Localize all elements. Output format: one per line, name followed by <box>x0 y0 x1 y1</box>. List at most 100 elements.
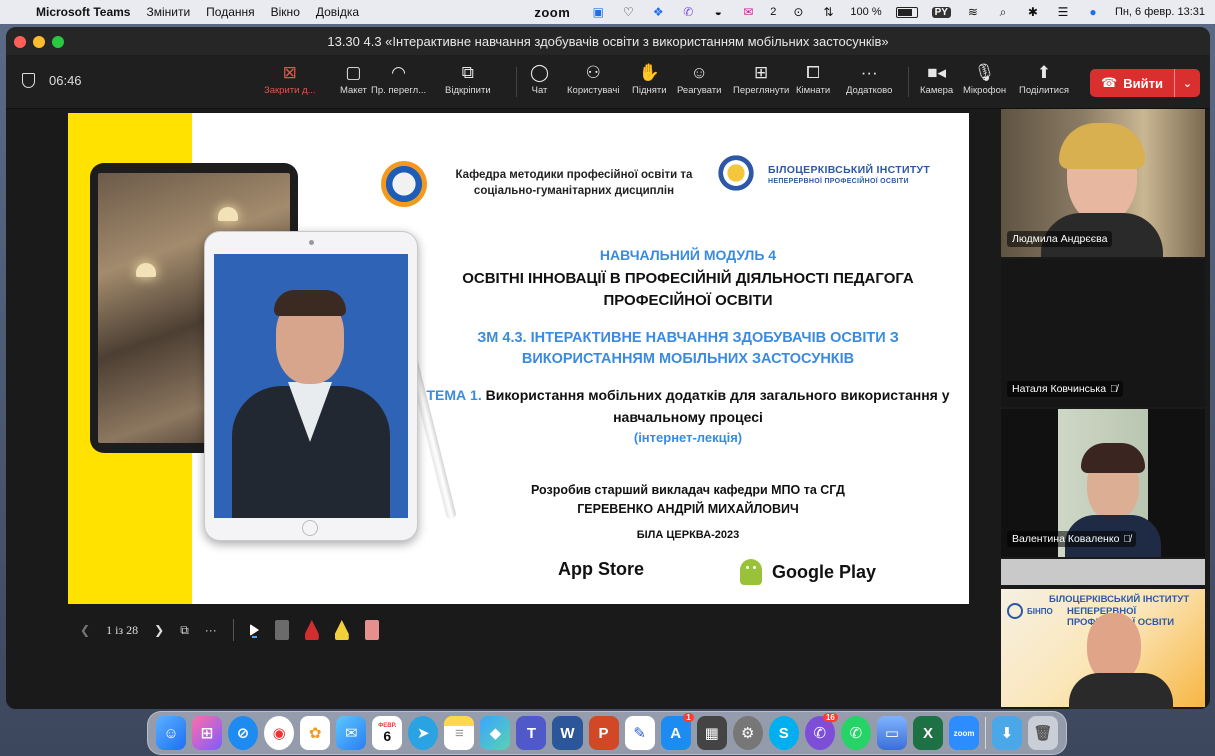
viber-icon[interactable]: ✆ 16 <box>804 713 838 750</box>
powerpoint-icon[interactable]: P <box>588 716 619 750</box>
rooms-icon: ⧠ <box>806 63 820 82</box>
fullscreen-window-button[interactable] <box>52 36 64 48</box>
incognito-icon[interactable]: ◒ <box>710 5 726 19</box>
teams-icon[interactable]: T <box>516 716 547 750</box>
siri-icon[interactable]: ● <box>1085 5 1101 19</box>
participant-name: Наталя Ковчинська 🎙̸ <box>1007 381 1123 397</box>
android-logo-icon <box>740 559 762 585</box>
participant-tile[interactable]: Валентина Коваленко 🎙̸ <box>1001 409 1205 557</box>
app-store-dock-icon[interactable]: A1 <box>660 713 694 750</box>
menu-help[interactable]: Довідка <box>316 5 359 19</box>
battery-icon[interactable] <box>895 6 918 18</box>
camera-label: Камера <box>920 85 954 96</box>
viber-status-icon[interactable]: ✆ <box>680 5 696 19</box>
whatsapp-icon[interactable]: ✆ <box>840 716 871 750</box>
vpn-icon[interactable]: ◆ <box>480 716 511 750</box>
app-menu[interactable]: Microsoft Teams <box>36 5 130 19</box>
participant-tile[interactable]: Наталя Ковчинська 🎙̸ <box>1001 259 1205 407</box>
mail-icon[interactable]: ✉ <box>740 5 756 19</box>
launchpad-icon[interactable]: ⊞ <box>192 716 223 750</box>
view-button[interactable]: ◠ Пр. перегл... <box>371 61 426 96</box>
dropbox-icon[interactable]: ❖ <box>650 5 666 19</box>
input-source[interactable]: PY <box>931 6 951 18</box>
spotlight-search-icon[interactable]: ⌕ <box>995 5 1011 19</box>
trash-icon[interactable]: 🗑 <box>1027 716 1059 750</box>
clock[interactable]: Пн, 6 февр. 13:31 <box>1115 6 1205 18</box>
share-button[interactable]: ⬆ Поділитися <box>1019 61 1069 96</box>
raise-hand-button[interactable]: ✋ Підняти <box>632 61 667 96</box>
finder-icon[interactable]: ☺ <box>155 716 187 750</box>
layout-button[interactable]: ▢ Макет <box>340 61 367 96</box>
mail-app-icon[interactable]: ✉ <box>336 716 367 750</box>
participant-tile[interactable]: Людмила Андрєєва <box>1001 109 1205 257</box>
preview-icon[interactable]: ▭ <box>876 716 907 750</box>
raise-hand-icon: ✋ <box>638 63 660 82</box>
eraser-tool-icon[interactable] <box>364 620 379 640</box>
menu-window[interactable]: Вікно <box>271 5 300 19</box>
menu-view[interactable]: Подання <box>206 5 254 19</box>
calendar-icon[interactable]: ФЕВР. 6 <box>372 716 403 750</box>
mic-button[interactable]: 🎙 Мікрофон <box>963 61 1006 96</box>
city-year: БІЛА ЦЕРКВА-2023 <box>636 529 740 541</box>
network-icon[interactable]: ⇅ <box>820 5 836 19</box>
status-area: zoom ▣ ♡ ❖ ✆ ◒ ✉ 2 ⊙ ⇅ 100 % PY ≋ ⌕ ✱ ☰ … <box>534 5 1205 20</box>
photos-icon[interactable]: ✿ <box>300 716 331 750</box>
react-button[interactable]: ☺ Реагувати <box>677 61 721 96</box>
screen-share-status-icon[interactable]: ▣ <box>590 5 606 19</box>
telegram-icon[interactable]: ➤ <box>408 716 439 750</box>
security-shield-icon[interactable] <box>22 73 35 88</box>
participant-tile[interactable]: БІНПО БІЛОЦЕРКІВСЬКИЙ ІНСТИТУТ НЕПЕРЕРВН… <box>1001 559 1205 709</box>
zoom-status-label[interactable]: zoom <box>534 5 570 20</box>
laser-pointer-icon[interactable] <box>274 620 289 640</box>
controls-divider <box>232 619 234 641</box>
view-grid-button[interactable]: ⊞ Переглянути <box>733 61 789 96</box>
lecture-type: (інтернет-лекція) <box>633 430 743 445</box>
notes-icon[interactable]: ≡ <box>444 716 475 750</box>
bluetooth-icon[interactable]: ✱ <box>1025 5 1041 19</box>
system-settings-icon[interactable]: ⚙ <box>732 716 763 750</box>
leave-options-chevron-icon[interactable]: ⌄ <box>1174 69 1200 97</box>
viber-badge-count: 16 <box>822 713 838 722</box>
pages-icon[interactable]: ✎ <box>624 716 655 750</box>
pocket-icon[interactable]: ♡ <box>620 5 636 19</box>
slide-more-icon[interactable]: ··· <box>205 623 217 637</box>
pen-tool-icon[interactable] <box>304 620 319 640</box>
play-icon[interactable]: ⊙ <box>790 5 806 19</box>
menu-edit[interactable]: Змінити <box>146 5 190 19</box>
app-store-label: App Store <box>558 559 645 579</box>
prev-slide-chevron-icon[interactable]: ❮ <box>80 623 90 637</box>
zoom-meeting-window: 13.30 4.3 «Інтерактивне навчання здобува… <box>6 27 1210 709</box>
chrome-icon[interactable]: ◉ <box>264 716 295 750</box>
chat-button[interactable]: ◯ Чат <box>530 61 549 96</box>
minimize-window-button[interactable] <box>33 36 45 48</box>
module-subtitle: ОСВІТНІ ІННОВАЦІЇ В ПРОФЕСІЙНІЙ ДІЯЛЬНОС… <box>462 270 914 309</box>
leave-button[interactable]: ☎ Вийти ⌄ <box>1090 69 1200 97</box>
highlighter-tool-icon[interactable] <box>334 620 349 640</box>
control-center-icon[interactable]: ☰ <box>1055 5 1071 19</box>
stop-share-button[interactable]: ⊠ Закрити д... <box>264 61 316 96</box>
skype-icon[interactable]: S <box>768 716 799 750</box>
camera-button[interactable]: ■◂ Камера <box>920 61 953 96</box>
calculator-icon[interactable]: ▦ <box>696 716 727 750</box>
close-share-icon: ⊠ <box>282 63 297 82</box>
pop-out-button[interactable]: ⧉ Відкріпити <box>445 61 491 96</box>
next-slide-chevron-icon[interactable]: ❯ <box>154 623 164 637</box>
rooms-button[interactable]: ⧠ Кімнати <box>796 61 830 96</box>
close-window-button[interactable] <box>14 36 26 48</box>
stop-share-label: Закрити д... <box>264 85 316 96</box>
window-titlebar: 13.30 4.3 «Інтерактивне навчання здобува… <box>6 27 1210 55</box>
excel-icon[interactable]: X <box>912 716 943 750</box>
more-button[interactable]: ··· Додатково <box>846 61 892 96</box>
word-icon[interactable]: W <box>552 716 583 750</box>
wifi-icon[interactable]: ≋ <box>965 5 981 19</box>
google-play-badge: Google Play <box>740 559 876 585</box>
slide-controls: ❮ 1 із 28 ❯ ⧉ ··· <box>80 619 379 641</box>
topic-title: ТЕМА 1. Використання мобільних додатків … <box>418 385 958 428</box>
pointer-tool-icon[interactable] <box>249 624 259 636</box>
safari-icon[interactable]: ⊘ <box>228 716 259 750</box>
zoom-dock-icon[interactable]: zoom <box>949 716 980 750</box>
people-button[interactable]: ⚇ Користувачі <box>567 61 619 96</box>
downloads-folder-icon[interactable]: ⬇ <box>991 716 1022 750</box>
slide-grid-icon[interactable]: ⧉ <box>180 623 189 638</box>
module-title: НАВЧАЛЬНИЙ МОДУЛЬ 4 <box>599 247 777 263</box>
